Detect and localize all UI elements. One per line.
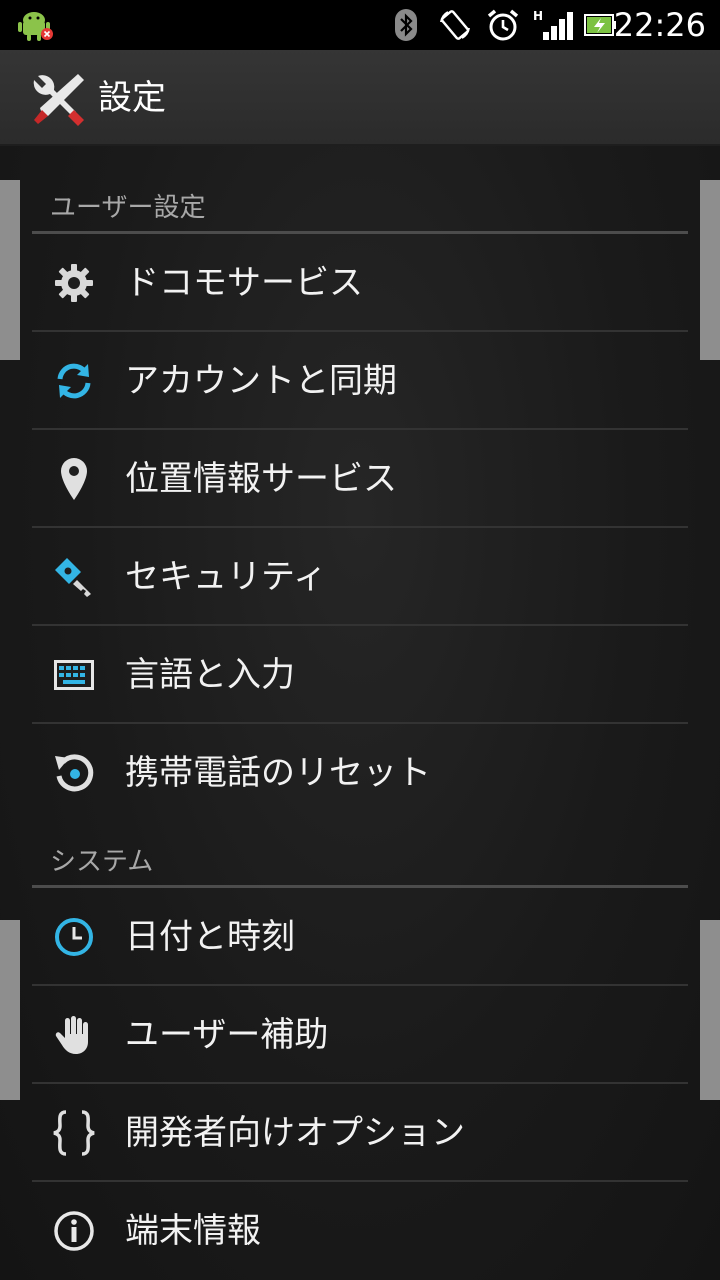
left-edge-indicator [0,180,20,360]
settings-item-label: ドコモサービス [125,263,363,303]
settings-item-label: 開発者向けオプション [125,1113,465,1153]
network-type-label: H [533,9,543,23]
section-header-system: システム [32,834,688,888]
android-debug-icon [16,0,56,50]
settings-item-accounts-sync[interactable]: アカウントと同期 [32,332,688,430]
action-bar: 設定 [0,50,720,146]
settings-item-label: ユーザー補助 [125,1015,329,1055]
settings-item-language-input[interactable]: 言語と入力 [32,626,688,724]
section-header-label: ユーザー設定 [50,193,206,223]
settings-item-label: 日付と時刻 [125,917,295,957]
settings-item-label: 携帯電話のリセット [125,753,431,793]
settings-item-location[interactable]: 位置情報サービス [32,430,688,528]
braces-icon [52,1110,96,1156]
section-header-user-settings: ユーザー設定 [32,180,688,234]
auto-rotate-icon [436,0,474,50]
sync-icon [52,359,96,403]
settings-item-label: 位置情報サービス [125,459,397,499]
location-pin-icon [52,457,96,501]
settings-item-developer-options[interactable]: 開発者向けオプション [32,1084,688,1182]
settings-screen: H 22:26 設定 ユーザー設定 ドコモサービス アカウントと同期 位置情報サ… [0,0,720,1280]
settings-item-label: 端末情報 [125,1211,261,1251]
info-icon [52,1209,96,1253]
left-edge-indicator-lower [0,920,20,1100]
settings-item-label: アカウントと同期 [125,361,397,401]
page-title: 設定 [98,78,166,118]
tools-icon[interactable] [28,70,86,128]
settings-item-accessibility[interactable]: ユーザー補助 [32,986,688,1084]
keyboard-icon [52,653,96,697]
status-time: 22:26 [613,6,706,44]
right-edge-indicator [700,180,720,360]
settings-item-label: 言語と入力 [125,655,295,695]
clock-icon [52,915,96,959]
gear-icon [52,261,96,305]
key-icon [52,555,96,599]
battery-charging-icon [582,0,618,50]
settings-item-about-phone[interactable]: 端末情報 [32,1182,688,1280]
section-header-label: システム [50,847,154,877]
reset-icon [52,751,96,795]
bluetooth-icon [392,0,420,50]
settings-item-security[interactable]: セキュリティ [32,528,688,626]
settings-item-label: セキュリティ [125,557,327,597]
settings-item-date-time[interactable]: 日付と時刻 [32,888,688,986]
hand-icon [52,1013,96,1057]
settings-item-phone-reset[interactable]: 携帯電話のリセット [32,724,688,822]
alarm-icon [484,0,522,50]
status-bar: H 22:26 [0,0,720,50]
right-edge-indicator-lower [700,920,720,1100]
settings-item-docomo-service[interactable]: ドコモサービス [32,234,688,332]
signal-h-icon: H [532,0,574,50]
